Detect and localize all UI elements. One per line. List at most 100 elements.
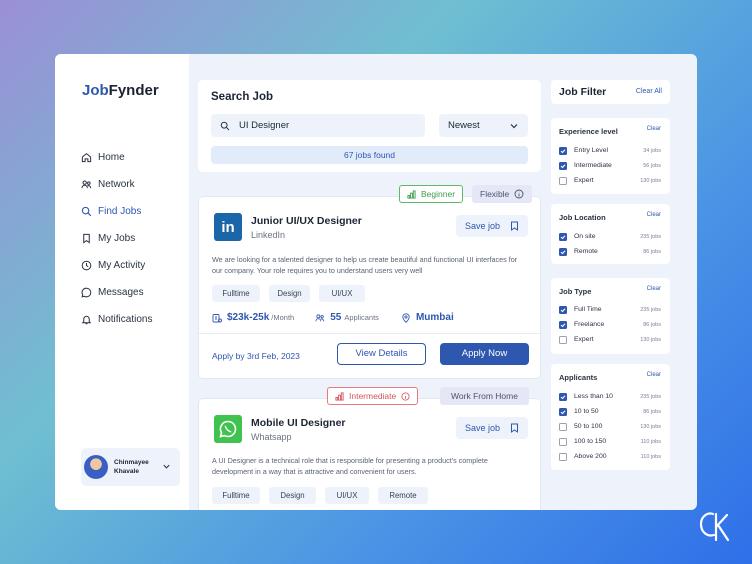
filter-option-count: 86 jobs — [643, 322, 661, 328]
filter-option[interactable]: Freelance86 jobs — [559, 317, 661, 332]
filter-option[interactable]: On site235 jobs — [559, 229, 661, 244]
filter-option[interactable]: Entry Level34 jobs — [559, 143, 661, 158]
filter-option-label: 50 to 100 — [574, 423, 640, 430]
checkbox-unchecked[interactable] — [559, 423, 567, 431]
filter-group-title: Applicants — [559, 373, 597, 382]
job-title[interactable]: Junior UI/UX Designer — [251, 215, 362, 227]
location-value: Mumbai — [416, 312, 454, 323]
signal-bars-icon — [335, 392, 344, 401]
job-meta: $23k-25k/Month 55 Applicants Mumbai — [212, 312, 454, 323]
checkbox-checked[interactable] — [559, 248, 567, 256]
apply-now-button[interactable]: Apply Now — [440, 343, 529, 365]
signal-bars-icon — [407, 190, 416, 199]
clear-button[interactable]: Clear — [647, 286, 661, 292]
checkbox-checked[interactable] — [559, 306, 567, 314]
linkedin-logo-text: in — [221, 219, 234, 236]
checkbox-checked[interactable] — [559, 147, 567, 155]
save-job-label: Save job — [465, 423, 500, 433]
filter-options: Full Time235 jobs Freelance86 jobs Exper… — [559, 302, 661, 347]
salary-unit: /Month — [271, 313, 294, 322]
search-query: UI Designer — [239, 120, 289, 131]
checkbox-unchecked[interactable] — [559, 438, 567, 446]
work-type-label: Work From Home — [451, 391, 518, 401]
clear-all-button[interactable]: Clear All — [636, 88, 662, 95]
filter-option[interactable]: Expert130 jobs — [559, 332, 661, 347]
location: Mumbai — [401, 312, 454, 323]
filter-option-count: 235 jobs — [640, 394, 661, 400]
job-card[interactable]: Intermediate Work From Home Mobile UI De… — [198, 398, 541, 510]
filter-option-count: 34 jobs — [643, 148, 661, 154]
filter-option[interactable]: Above 200110 jobs — [559, 449, 661, 464]
save-job-button[interactable]: Save job — [456, 417, 528, 439]
save-job-label: Save job — [465, 221, 500, 231]
chevron-down-icon[interactable] — [162, 462, 171, 471]
filter-option-label: Remote — [574, 248, 643, 255]
filter-option-count: 235 jobs — [640, 307, 661, 313]
sort-dropdown[interactable]: Newest — [439, 114, 528, 137]
job-card[interactable]: Beginner Flexible in Junior UI/UX Design… — [198, 196, 541, 379]
level-label: Intermediate — [349, 391, 396, 401]
apply-deadline: Apply by 3rd Feb, 2023 — [212, 351, 300, 361]
filter-option[interactable]: Full Time235 jobs — [559, 302, 661, 317]
filter-group-job-type: Job Type Clear Full Time235 jobs Freelan… — [551, 278, 670, 354]
filter-option[interactable]: 50 to 100130 jobs — [559, 419, 661, 434]
bell-icon — [81, 314, 92, 325]
search-icon — [220, 121, 230, 131]
sidebar-item-home[interactable]: Home — [81, 144, 152, 171]
filter-group-location: Job Location Clear On site235 jobs Remot… — [551, 204, 670, 264]
clear-button[interactable]: Clear — [647, 212, 661, 218]
filter-option-count: 110 jobs — [641, 454, 661, 460]
filter-group-applicants: Applicants Clear Less than 10235 jobs 10… — [551, 364, 670, 470]
filter-option-label: 100 to 150 — [574, 438, 641, 445]
sidebar-item-label: Messages — [98, 287, 144, 298]
filter-option-label: Above 200 — [574, 453, 641, 460]
filter-group-title: Job Type — [559, 287, 591, 296]
checkbox-checked[interactable] — [559, 321, 567, 329]
filter-option[interactable]: Intermediate56 jobs — [559, 158, 661, 173]
filter-option[interactable]: 10 to 5086 jobs — [559, 404, 661, 419]
filter-option-count: 130 jobs — [640, 337, 661, 343]
filter-option-label: On site — [574, 233, 640, 240]
checkbox-checked[interactable] — [559, 408, 567, 416]
filter-option-count: 86 jobs — [643, 249, 661, 255]
filter-title: Job Filter — [559, 86, 606, 98]
search-title: Search Job — [211, 91, 273, 103]
level-badge: Intermediate — [327, 387, 418, 405]
work-type-badge: Work From Home — [440, 387, 529, 405]
view-details-button[interactable]: View Details — [337, 343, 426, 365]
job-description: A UI Designer is a technical role that i… — [212, 455, 524, 477]
checkbox-checked[interactable] — [559, 393, 567, 401]
checkbox-checked[interactable] — [559, 162, 567, 170]
app-logo[interactable]: JobFynder — [82, 82, 159, 99]
tag: Design — [269, 487, 316, 504]
bookmark-icon — [81, 233, 92, 244]
avatar — [84, 455, 108, 479]
sidebar-item-network[interactable]: Network — [81, 171, 152, 198]
checkbox-checked[interactable] — [559, 233, 567, 241]
check-icon — [560, 249, 566, 255]
sidebar-item-label: Notifications — [98, 314, 152, 325]
checkbox-unchecked[interactable] — [559, 177, 567, 185]
filter-option[interactable]: Less than 10235 jobs — [559, 389, 661, 404]
job-title[interactable]: Mobile UI Designer — [251, 417, 346, 429]
filter-option[interactable]: Remote86 jobs — [559, 244, 661, 259]
clear-button[interactable]: Clear — [647, 372, 661, 378]
job-tags: Fulltime Design UI/UX Remote — [212, 487, 428, 504]
sidebar-item-notifications[interactable]: Notifications — [81, 306, 152, 333]
search-input[interactable]: UI Designer — [211, 114, 425, 137]
sidebar-item-find-jobs[interactable]: Find Jobs — [81, 198, 152, 225]
checkbox-unchecked[interactable] — [559, 336, 567, 344]
sidebar-item-messages[interactable]: Messages — [81, 279, 152, 306]
check-icon — [560, 409, 566, 415]
logo-part-1: Job — [82, 82, 109, 99]
sidebar-item-label: My Activity — [98, 260, 145, 271]
checkbox-unchecked[interactable] — [559, 453, 567, 461]
filter-option[interactable]: 100 to 150110 jobs — [559, 434, 661, 449]
bookmark-icon — [510, 221, 519, 231]
sidebar-item-my-activity[interactable]: My Activity — [81, 252, 152, 279]
sidebar-item-my-jobs[interactable]: My Jobs — [81, 225, 152, 252]
clear-button[interactable]: Clear — [647, 126, 661, 132]
filter-option[interactable]: Expert130 jobs — [559, 173, 661, 188]
user-profile[interactable]: Chinmayee Khavale — [81, 448, 180, 486]
save-job-button[interactable]: Save job — [456, 215, 528, 237]
